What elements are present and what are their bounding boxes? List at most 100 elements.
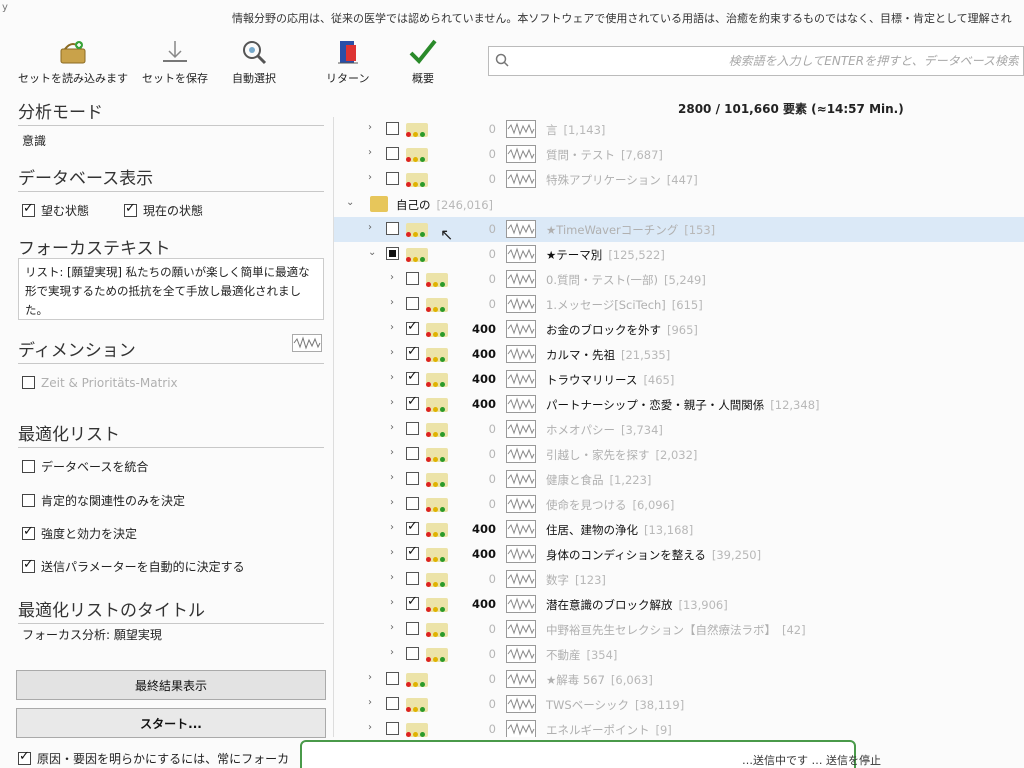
tree-row[interactable]: › 0 数字 [123] [334,567,1024,592]
tree-row[interactable]: › 0 中野裕亘先生セレクション【自然療法ラボ】 [42] [334,617,1024,642]
search-input[interactable] [509,54,1023,68]
chevron-right-icon[interactable]: › [390,547,394,558]
tree-checkbox[interactable] [386,697,399,710]
tree-checkbox[interactable] [406,544,419,560]
waveform-icon[interactable] [506,370,536,388]
chevron-down-icon[interactable]: ⌄ [346,197,354,208]
chevron-right-icon[interactable]: › [390,597,394,608]
waveform-icon[interactable] [506,295,536,313]
waveform-icon[interactable] [506,670,536,688]
chevron-right-icon[interactable]: › [390,572,394,583]
analysis-mode-value[interactable]: 意識 [22,132,46,149]
return-button[interactable]: リターン [326,36,369,86]
tree-checkbox[interactable] [406,394,419,410]
chevron-right-icon[interactable]: › [390,372,394,383]
chevron-right-icon[interactable]: › [390,347,394,358]
intensity-checkbox[interactable]: 強度と効力を決定 [22,524,137,542]
waveform-icon[interactable] [506,145,536,163]
tree-row[interactable]: › 0 質問・テスト [7,687] [334,142,1024,167]
chevron-right-icon[interactable]: › [390,272,394,283]
tree-checkbox[interactable] [406,369,419,385]
chevron-right-icon[interactable]: › [368,172,372,183]
waveform-icon[interactable] [292,334,322,352]
chevron-right-icon[interactable]: › [390,472,394,483]
chevron-right-icon[interactable]: › [368,672,372,683]
chevron-right-icon[interactable]: › [390,422,394,433]
tree-checkbox[interactable] [406,272,419,285]
tree-row[interactable]: › 0 TWSベーシック [38,119] [334,692,1024,717]
waveform-icon[interactable] [506,245,536,263]
tree-folder-row[interactable]: ⌄ 自己の [246,016] [334,192,1024,217]
database-search-box[interactable] [488,46,1024,76]
waveform-icon[interactable] [506,695,536,713]
start-button[interactable]: スタート... [16,708,326,738]
chevron-right-icon[interactable]: › [390,447,394,458]
waveform-icon[interactable] [506,445,536,463]
waveform-icon[interactable] [506,220,536,238]
chevron-right-icon[interactable]: › [368,147,372,158]
tree-row[interactable]: › 0 ホメオパシー [3,734] [334,417,1024,442]
tree-row[interactable]: › 400 住居、建物の浄化[13,168] [334,517,1024,542]
chevron-down-icon[interactable]: ⌄ [368,247,376,258]
tree-checkbox[interactable] [406,447,419,460]
tree-checkbox[interactable] [386,722,399,735]
tree-checkbox[interactable] [406,622,419,635]
tree-row[interactable]: › 0 健康と食品 [1,223] [334,467,1024,492]
load-set-button[interactable]: セットを読み込みます [18,36,128,86]
tree-row[interactable]: › 400 パートナーシップ・恋愛・親子・人間関係[12,348] [334,392,1024,417]
waveform-icon[interactable] [506,720,536,737]
tree-row[interactable]: › 400 カルマ・先祖[21,535] [334,342,1024,367]
tree-checkbox[interactable] [386,147,399,160]
waveform-icon[interactable] [506,170,536,188]
auto-select-button[interactable]: 自動選択 [232,36,276,86]
tree-row[interactable]: › 400 トラウマリリース[465] [334,367,1024,392]
database-tree[interactable]: › 0 言 [1,143] › 0 質問・テスト [7,687] › 0 特殊アプリケーション [44… [333,117,1024,737]
tree-checkbox[interactable] [386,672,399,685]
optimization-list-title-value[interactable]: フォーカス分析: 願望実現 [22,626,162,643]
tree-checkbox[interactable] [406,319,419,335]
chevron-right-icon[interactable]: › [368,697,372,708]
waveform-icon[interactable] [506,420,536,438]
chevron-right-icon[interactable]: › [390,322,394,333]
waveform-icon[interactable] [506,495,536,513]
chevron-right-icon[interactable]: › [390,397,394,408]
merge-database-checkbox[interactable]: データベースを統合 [22,458,148,475]
waveform-icon[interactable] [506,470,536,488]
chevron-right-icon[interactable]: › [368,722,372,733]
tree-row[interactable]: › 0 ★解毒 567 [6,063] [334,667,1024,692]
chevron-right-icon[interactable]: › [368,222,372,233]
tree-checkbox[interactable] [406,572,419,585]
positive-only-checkbox[interactable]: 肯定的な関連性のみを決定 [22,492,185,509]
chevron-right-icon[interactable]: › [390,622,394,633]
tree-checkbox[interactable] [406,472,419,485]
tree-row[interactable]: › 0 0.質問・テスト(一部) [5,249] [334,267,1024,292]
overview-button[interactable]: 概要 [406,36,440,86]
waveform-icon[interactable] [506,595,536,613]
chevron-right-icon[interactable]: › [390,647,394,658]
waveform-icon[interactable] [506,545,536,563]
tree-row[interactable]: › 0 引越し・家先を探す [2,032] [334,442,1024,467]
tree-checkbox[interactable] [406,594,419,610]
waveform-icon[interactable] [506,270,536,288]
waveform-icon[interactable] [506,395,536,413]
tree-checkbox[interactable] [386,222,399,235]
cause-factor-checkbox[interactable]: 原因・要因を明らかにするには、常にフォーカ [18,749,289,767]
tree-row[interactable]: › 0 特殊アプリケーション [447] [334,167,1024,192]
auto-params-checkbox[interactable]: 送信パラメーターを自動的に決定する [22,557,245,575]
waveform-icon[interactable] [506,345,536,363]
tree-checkbox[interactable] [406,344,419,360]
tree-checkbox[interactable] [386,172,399,185]
final-result-button[interactable]: 最終結果表示 [16,670,326,700]
tree-checkbox[interactable] [406,297,419,310]
tree-checkbox[interactable] [386,247,399,260]
waveform-icon[interactable] [506,645,536,663]
tree-row[interactable]: › 0 言 [1,143] [334,117,1024,142]
tree-row[interactable]: ⌄ 0 ★テーマ別 [125,522] [334,242,1024,267]
waveform-icon[interactable] [506,520,536,538]
tree-checkbox[interactable] [406,497,419,510]
waveform-icon[interactable] [506,320,536,338]
tree-row[interactable]: › 400 潜在意識のブロック解放[13,906] [334,592,1024,617]
tree-row[interactable]: › 0 1.メッセージ[SciTech] [615] [334,292,1024,317]
waveform-icon[interactable] [506,620,536,638]
tree-row[interactable]: › 0 エネルギーポイント [9] [334,717,1024,737]
